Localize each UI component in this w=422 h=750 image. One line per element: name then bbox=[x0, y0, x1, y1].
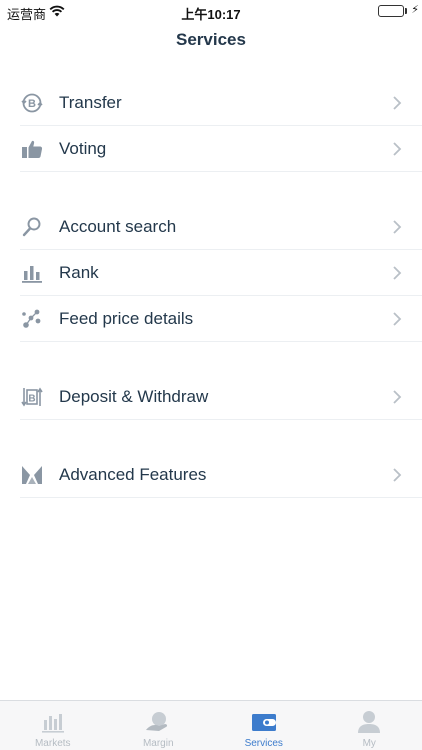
services-menu: B Transfer Voting Account search Rank Fe… bbox=[0, 80, 422, 530]
menu-item-feed-price-details[interactable]: Feed price details bbox=[20, 296, 422, 342]
tab-services[interactable]: Services bbox=[211, 701, 317, 750]
svg-text:B: B bbox=[28, 98, 36, 110]
chevron-right-icon bbox=[393, 468, 402, 482]
chevron-right-icon bbox=[393, 142, 402, 156]
advanced-features-icon bbox=[20, 463, 44, 487]
menu-group-4: Advanced Features bbox=[0, 452, 422, 498]
tab-my[interactable]: My bbox=[317, 701, 422, 750]
menu-group-3: B Deposit & Withdraw bbox=[0, 374, 422, 420]
services-wallet-icon bbox=[251, 709, 277, 735]
chevron-right-icon bbox=[393, 266, 402, 280]
menu-item-account-search[interactable]: Account search bbox=[20, 204, 422, 250]
tab-markets[interactable]: Markets bbox=[0, 701, 106, 750]
menu-item-transfer[interactable]: B Transfer bbox=[20, 80, 422, 126]
battery-cap bbox=[405, 8, 407, 14]
status-bar: 运营商 上午10:17 ⚡ bbox=[0, 0, 422, 24]
thumbs-up-icon bbox=[20, 137, 44, 161]
margin-icon bbox=[145, 709, 171, 735]
menu-item-voting[interactable]: Voting bbox=[20, 126, 422, 172]
menu-item-label: Advanced Features bbox=[59, 464, 207, 484]
bar-chart-icon bbox=[20, 261, 44, 285]
menu-item-label: Feed price details bbox=[59, 308, 194, 328]
chevron-right-icon bbox=[393, 312, 402, 326]
markets-icon bbox=[40, 709, 66, 735]
menu-item-advanced-features[interactable]: Advanced Features bbox=[20, 452, 422, 498]
menu-item-deposit-withdraw[interactable]: B Deposit & Withdraw bbox=[20, 374, 422, 420]
menu-item-label: Transfer bbox=[59, 92, 122, 112]
tab-label: Services bbox=[244, 738, 283, 749]
menu-group-1: B Transfer Voting bbox=[0, 80, 422, 172]
tab-label: Markets bbox=[34, 738, 71, 749]
search-icon bbox=[20, 215, 44, 239]
tab-margin[interactable]: Margin bbox=[106, 701, 212, 750]
menu-item-label: Voting bbox=[59, 138, 107, 158]
tab-label: Margin bbox=[142, 738, 174, 749]
scatter-nodes-icon bbox=[20, 307, 44, 331]
deposit-withdraw-icon: B bbox=[20, 385, 44, 409]
menu-item-rank[interactable]: Rank bbox=[20, 250, 422, 296]
profile-icon bbox=[356, 709, 382, 735]
chevron-right-icon bbox=[393, 390, 402, 404]
svg-text:B: B bbox=[28, 393, 35, 404]
chevron-right-icon bbox=[393, 96, 402, 110]
menu-item-label: Account search bbox=[59, 216, 177, 236]
battery-icon bbox=[378, 5, 404, 17]
tab-label: My bbox=[362, 738, 376, 749]
bitshares-coin-icon: B bbox=[20, 91, 44, 115]
tab-bar: Markets Margin Services My bbox=[0, 700, 422, 750]
menu-group-2: Account search Rank Feed price details bbox=[0, 204, 422, 342]
page-title: Services bbox=[176, 30, 246, 49]
charging-bolt-icon: ⚡ bbox=[411, 4, 419, 16]
chevron-right-icon bbox=[393, 220, 402, 234]
menu-item-label: Rank bbox=[59, 262, 99, 282]
clock: 上午10:17 bbox=[181, 7, 241, 22]
menu-item-label: Deposit & Withdraw bbox=[59, 386, 209, 406]
